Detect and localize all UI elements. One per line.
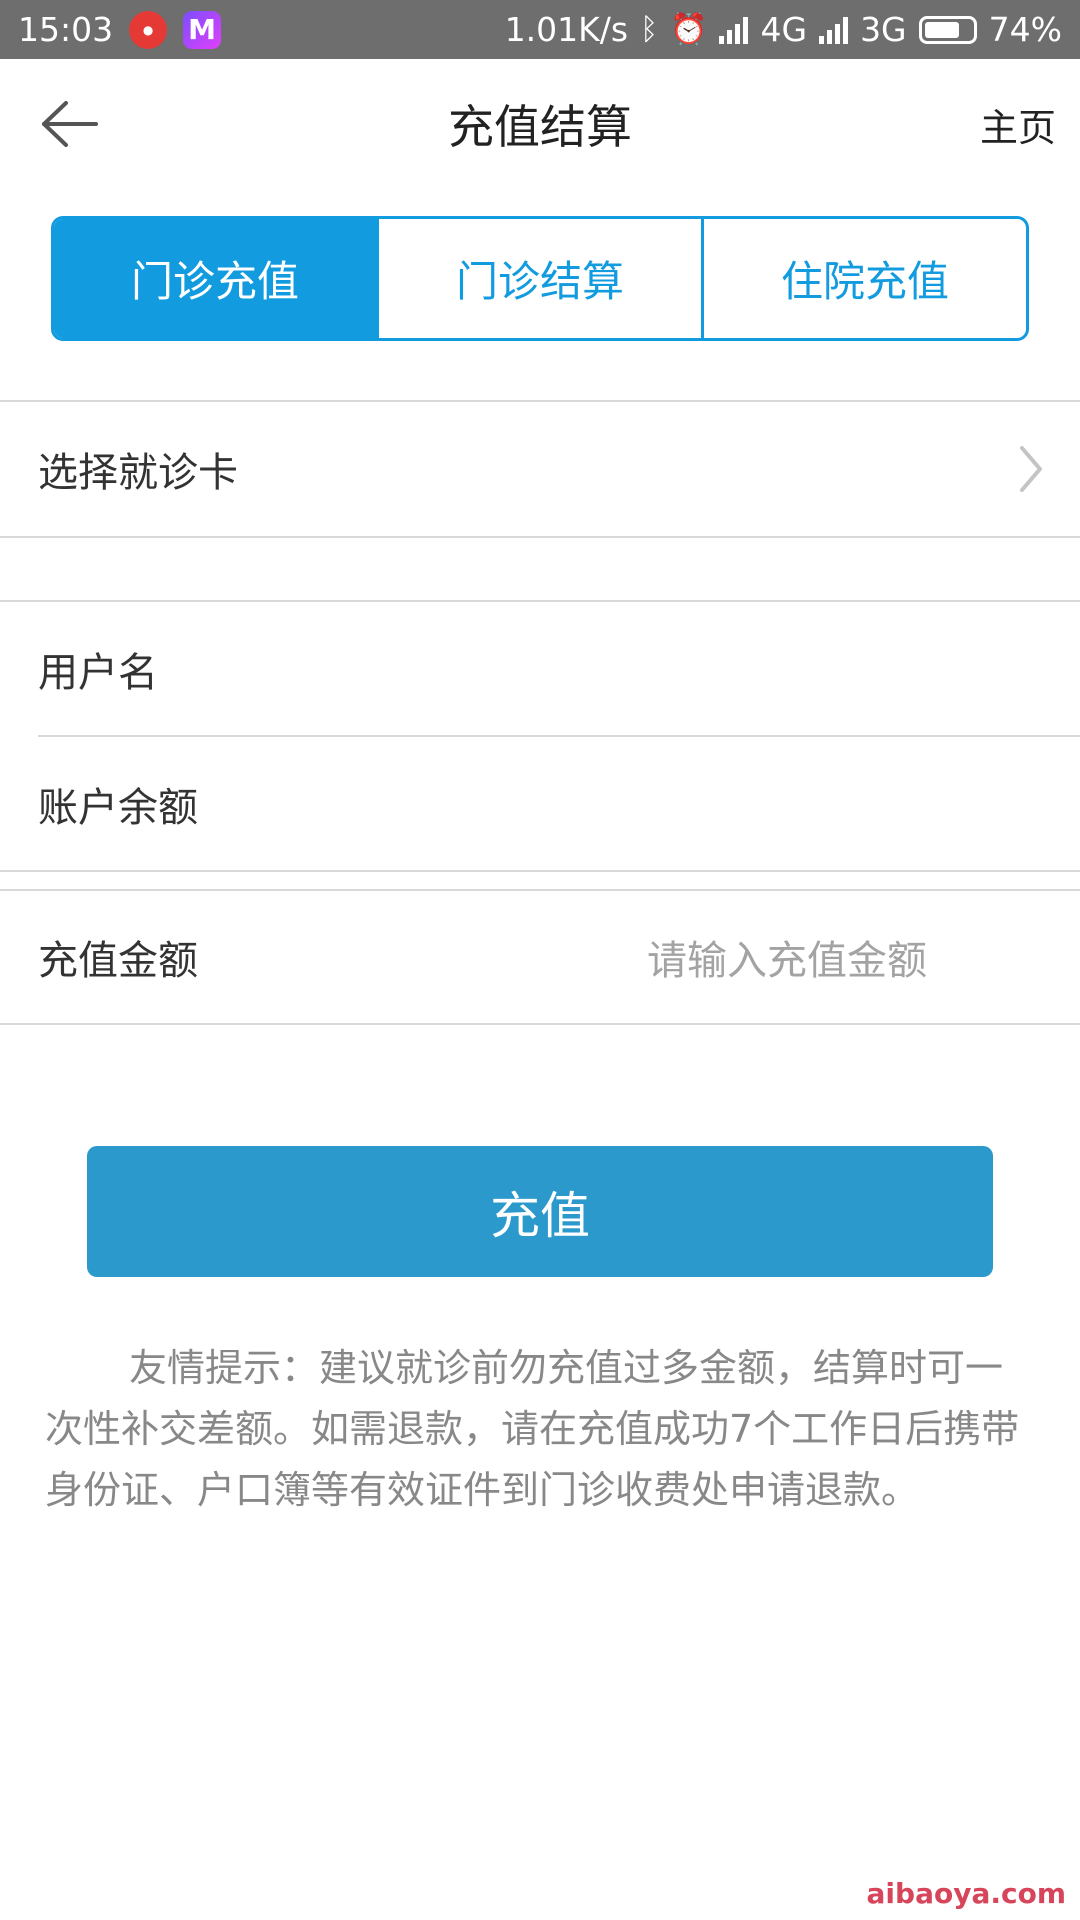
balance-row: 账户余额 <box>0 737 1080 870</box>
battery-icon <box>918 15 977 44</box>
network-type-4g: 4G <box>760 10 808 49</box>
username-label: 用户名 <box>38 650 158 696</box>
header: 充值结算 主页 <box>0 59 1080 189</box>
network-type-3g: 3G <box>860 10 907 49</box>
status-bar: 15:03 ● M 1.01K/s ᛒ ⏰ 4G 3G 74% <box>0 0 1080 59</box>
home-link[interactable]: 主页 <box>980 97 1056 152</box>
tip-text: 友情提示：建议就诊前勿充值过多金额，结算时可一次性补交差额。如需退款，请在充值成… <box>45 1346 1020 1512</box>
tab-outpatient-settlement[interactable]: 门诊结算 <box>379 219 704 338</box>
chevron-right-icon <box>1020 446 1042 492</box>
amount-input[interactable]: 请输入充值金额 <box>647 928 927 986</box>
network-speed: 1.01K/s <box>504 10 629 49</box>
status-time: 15:03 <box>18 10 114 49</box>
watermark: aibaoya.com <box>866 1877 1066 1910</box>
amount-row: 充值金额 请输入充值金额 <box>0 891 1080 1023</box>
battery-percent: 74% <box>988 10 1062 49</box>
tab-inpatient-recharge[interactable]: 住院充值 <box>704 219 1026 338</box>
username-row: 用户名 <box>0 602 1080 736</box>
select-card-row[interactable]: 选择就诊卡 <box>0 402 1080 536</box>
tab-outpatient-recharge[interactable]: 门诊充值 <box>54 219 379 338</box>
divider <box>0 536 1080 538</box>
balance-label: 账户余额 <box>38 784 198 831</box>
signal-icon-2 <box>819 16 849 44</box>
divider <box>0 870 1080 872</box>
alarm-icon: ⏰ <box>670 12 708 47</box>
tab-bar: 门诊充值 门诊结算 住院充值 <box>51 216 1029 341</box>
recharge-button[interactable]: 充值 <box>87 1146 993 1277</box>
page-title: 充值结算 <box>448 100 632 154</box>
amount-label: 充值金额 <box>38 938 198 984</box>
meitu-app-icon: M <box>183 10 222 49</box>
divider <box>0 1023 1080 1025</box>
bluetooth-icon: ᛒ <box>640 12 659 47</box>
back-arrow-icon[interactable] <box>40 99 100 149</box>
select-card-label: 选择就诊卡 <box>38 450 238 496</box>
notification-app-icon: ● <box>129 10 168 49</box>
signal-icon <box>719 16 749 44</box>
